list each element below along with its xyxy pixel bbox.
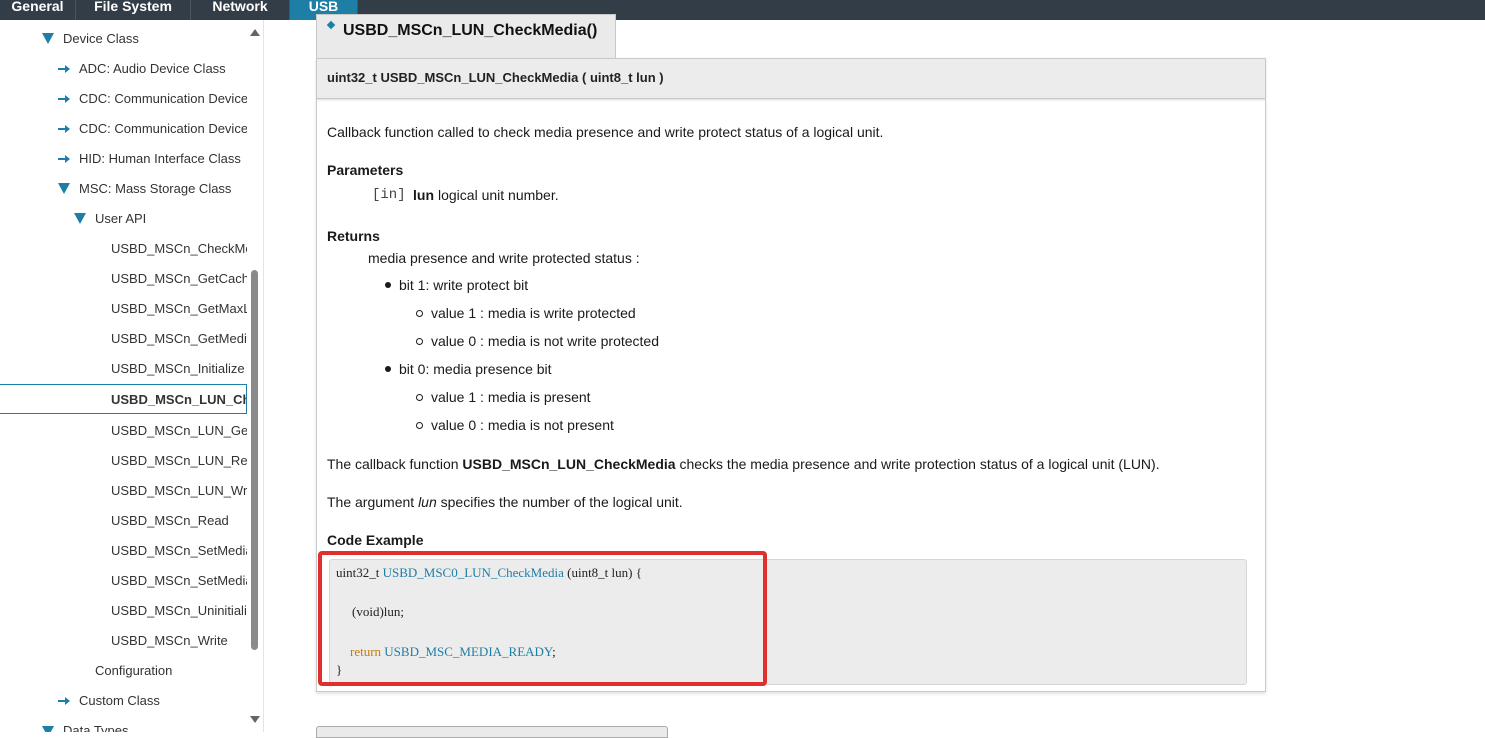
- return-bit0-value0: value 0 : media is not present: [431, 417, 614, 433]
- bullet-disc-icon: [385, 366, 391, 372]
- nav-item-write[interactable]: USBD_MSCn_Write: [111, 628, 247, 654]
- expand-arrow-icon[interactable]: [58, 183, 70, 194]
- nav-item-cdc-1[interactable]: CDC: Communication Device Class: [79, 86, 247, 112]
- nav-item-initialize[interactable]: USBD_MSCn_Initialize: [111, 356, 247, 382]
- parameters-heading: Parameters: [327, 162, 404, 178]
- bullet-circle-icon: [416, 422, 423, 429]
- returns-heading: Returns: [327, 228, 380, 244]
- nav-item-setmediaownerusb[interactable]: USBD_MSCn_SetMediaOwnerUSB: [111, 568, 247, 594]
- nav-item-configuration[interactable]: Configuration: [95, 658, 245, 684]
- param-name: lun: [413, 187, 434, 203]
- nav-item-lun-write[interactable]: USBD_MSCn_LUN_Write: [111, 478, 247, 504]
- member-title-tab: USBD_MSCn_LUN_CheckMedia(): [316, 14, 616, 58]
- tab-general[interactable]: General: [0, 0, 76, 20]
- bullet-circle-icon: [416, 394, 423, 401]
- expand-arrow-icon[interactable]: [74, 213, 86, 224]
- expand-arrow-icon[interactable]: [42, 726, 54, 732]
- next-member-title-tab: [316, 726, 668, 738]
- tab-file-system[interactable]: File System: [76, 0, 191, 20]
- nav-item-custom-class[interactable]: Custom Class: [79, 688, 245, 714]
- nav-item-lun-read[interactable]: USBD_MSCn_LUN_Read: [111, 448, 247, 474]
- function-signature: uint32_t USBD_MSCn_LUN_CheckMedia ( uint…: [327, 70, 664, 85]
- argument-name: lun: [418, 494, 437, 510]
- collapse-arrow-icon[interactable]: [58, 697, 70, 705]
- nav-item-getmediacapacity[interactable]: USBD_MSCn_GetMediaCapacity: [111, 326, 247, 352]
- returns-text: media presence and write protected statu…: [368, 250, 640, 266]
- description-text: Callback function called to check media …: [327, 124, 884, 140]
- collapse-arrow-icon[interactable]: [58, 125, 70, 133]
- return-bit0-value1: value 1 : media is present: [431, 389, 591, 405]
- nav-item-read[interactable]: USBD_MSCn_Read: [111, 508, 247, 534]
- callback-function-name: USBD_MSCn_LUN_CheckMedia: [462, 456, 676, 472]
- collapse-arrow-icon[interactable]: [58, 65, 70, 73]
- callback-text-post: checks the media presence and write prot…: [675, 456, 1160, 472]
- function-prototype: uint32_t USBD_MSCn_LUN_CheckMedia ( uint…: [316, 58, 1266, 99]
- code-example-heading: Code Example: [327, 532, 424, 548]
- function-title: USBD_MSCn_LUN_CheckMedia(): [343, 22, 598, 39]
- top-navigation: General File System Network USB: [0, 0, 1485, 20]
- collapse-arrow-icon[interactable]: [58, 155, 70, 163]
- diamond-icon: [326, 20, 336, 30]
- nav-item-user-api[interactable]: User API: [95, 206, 245, 232]
- argument-text-pre: The argument: [327, 494, 419, 510]
- argument-paragraph: The argument lun specifies the number of…: [327, 494, 683, 510]
- param-description: logical unit number.: [438, 187, 559, 203]
- return-bit1-value0: value 0 : media is not write protected: [431, 333, 660, 349]
- return-bit1-value1: value 1 : media is write protected: [431, 305, 636, 321]
- bullet-circle-icon: [416, 338, 423, 345]
- callback-paragraph: The callback function USBD_MSCn_LUN_Chec…: [327, 456, 1160, 472]
- nav-item-lun-checkmedia[interactable]: USBD_MSCn_LUN_CheckMedia: [111, 387, 246, 413]
- nav-item-checkmedia[interactable]: USBD_MSCn_CheckMedia: [111, 236, 247, 262]
- callback-text-pre: The callback function: [327, 456, 463, 472]
- bullet-circle-icon: [416, 310, 423, 317]
- param-direction: [in]: [372, 187, 406, 203]
- collapse-arrow-icon[interactable]: [58, 95, 70, 103]
- nav-item-adc[interactable]: ADC: Audio Device Class: [79, 56, 245, 82]
- nav-item-msc[interactable]: MSC: Mass Storage Class: [79, 176, 247, 202]
- argument-text-post: specifies the number of the logical unit…: [436, 494, 683, 510]
- nav-item-uninitialize[interactable]: USBD_MSCn_Uninitialize: [111, 598, 247, 624]
- return-bit0: bit 0: media presence bit: [399, 361, 552, 377]
- nav-item-device-class[interactable]: Device Class: [63, 26, 243, 52]
- nav-item-cdc-2[interactable]: CDC: Communication Device Class: [79, 116, 247, 142]
- nav-item-data-types[interactable]: Data Types: [63, 718, 243, 732]
- nav-item-getmaxlun[interactable]: USBD_MSCn_GetMaxLUN: [111, 296, 247, 322]
- sidebar-scroll-thumb[interactable]: [251, 270, 258, 650]
- sidebar-nav-tree: Device Class ADC: Audio Device Class CDC…: [0, 20, 264, 732]
- nav-item-hid[interactable]: HID: Human Interface Class: [79, 146, 247, 172]
- nav-item-setmediaownerfs[interactable]: USBD_MSCn_SetMediaOwnerFS: [111, 538, 247, 564]
- scroll-down-arrow-icon[interactable]: [250, 716, 260, 723]
- return-bit1: bit 1: write protect bit: [399, 277, 529, 293]
- highlight-annotation-box: [318, 551, 767, 686]
- tab-network[interactable]: Network: [191, 0, 290, 20]
- scroll-up-arrow-icon[interactable]: [250, 29, 260, 36]
- nav-item-getcacheinfo[interactable]: USBD_MSCn_GetCacheInfo: [111, 266, 247, 292]
- bullet-disc-icon: [385, 282, 391, 288]
- nav-item-lun-getmediacapacity[interactable]: USBD_MSCn_LUN_GetMediaCapacity: [111, 418, 247, 444]
- expand-arrow-icon[interactable]: [42, 33, 54, 44]
